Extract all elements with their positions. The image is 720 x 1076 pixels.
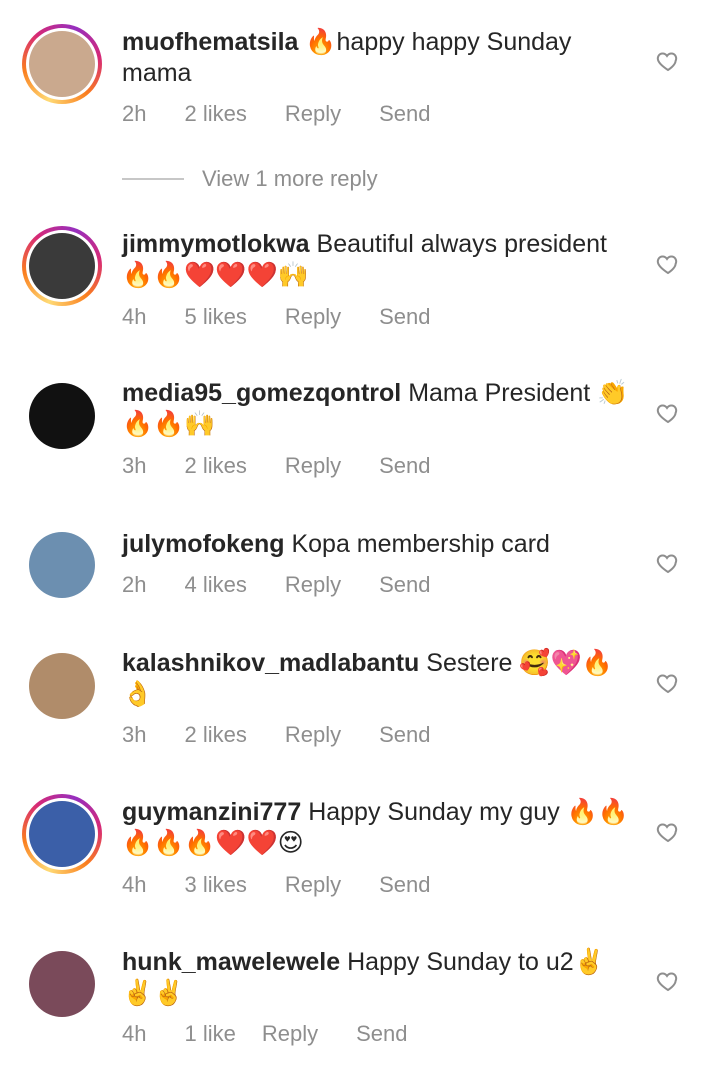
divider-line [122, 178, 184, 180]
heart-icon[interactable] [656, 671, 680, 695]
comment-username[interactable]: hunk_mawelewele [122, 948, 340, 976]
comment-username[interactable]: media95_gomezqontrol [122, 379, 401, 407]
comment-username[interactable]: jimmymotlokwa [122, 230, 310, 258]
avatar[interactable] [22, 525, 102, 605]
send-button[interactable]: Send [379, 453, 430, 479]
avatar[interactable] [22, 794, 102, 874]
reply-button[interactable]: Reply [285, 572, 341, 598]
reply-button[interactable]: Reply [285, 453, 341, 479]
comment-likes[interactable]: 3 likes [184, 872, 246, 898]
send-button[interactable]: Send [356, 1021, 407, 1047]
comment-text: Kopa membership card [291, 530, 550, 558]
avatar[interactable] [22, 226, 102, 306]
reply-button[interactable]: Reply [285, 304, 341, 330]
view-more-replies[interactable]: View 1 more reply [122, 164, 378, 194]
comment-likes[interactable]: 4 likes [184, 572, 246, 598]
comment-likes[interactable]: 2 likes [184, 722, 246, 748]
heart-icon[interactable] [656, 252, 680, 276]
comment-time: 3h [122, 722, 147, 747]
heart-icon[interactable] [656, 49, 680, 73]
avatar-photo [29, 233, 95, 299]
comment-time: 4h [122, 304, 147, 329]
avatar-photo [29, 383, 95, 449]
view-more-label[interactable]: View 1 more reply [202, 166, 378, 192]
comment-likes[interactable]: 2 likes [184, 453, 246, 479]
comment-username[interactable]: guymanzini777 [122, 798, 301, 826]
send-button[interactable]: Send [379, 304, 430, 330]
comment-likes[interactable]: 1 like [184, 1021, 235, 1047]
avatar-photo [29, 31, 95, 97]
heart-icon[interactable] [656, 820, 680, 844]
heart-icon[interactable] [656, 969, 680, 993]
comment-username[interactable]: julymofokeng [122, 530, 285, 558]
avatar[interactable] [22, 944, 102, 1024]
comment-likes[interactable]: 2 likes [184, 101, 246, 127]
avatar-photo [29, 951, 95, 1017]
reply-button[interactable]: Reply [285, 722, 341, 748]
reply-button[interactable]: Reply [262, 1021, 318, 1047]
send-button[interactable]: Send [379, 722, 430, 748]
avatar[interactable] [22, 376, 102, 456]
send-button[interactable]: Send [379, 572, 430, 598]
send-button[interactable]: Send [379, 872, 430, 898]
heart-icon[interactable] [656, 401, 680, 425]
comment-time: 2h [122, 572, 147, 597]
reply-button[interactable]: Reply [285, 872, 341, 898]
avatar[interactable] [22, 646, 102, 726]
avatar-photo [29, 653, 95, 719]
comment-username[interactable]: muofhematsila [122, 28, 298, 56]
send-button[interactable]: Send [379, 101, 430, 127]
comment-time: 4h [122, 872, 147, 897]
comment-time: 4h [122, 1021, 147, 1046]
reply-button[interactable]: Reply [285, 101, 341, 127]
avatar-photo [29, 801, 95, 867]
heart-icon[interactable] [656, 551, 680, 575]
avatar-photo [29, 532, 95, 598]
avatar[interactable] [22, 24, 102, 104]
comment-time: 2h [122, 101, 147, 126]
comment-time: 3h [122, 453, 147, 478]
comment-likes[interactable]: 5 likes [184, 304, 246, 330]
comment-username[interactable]: kalashnikov_madlabantu [122, 649, 419, 677]
